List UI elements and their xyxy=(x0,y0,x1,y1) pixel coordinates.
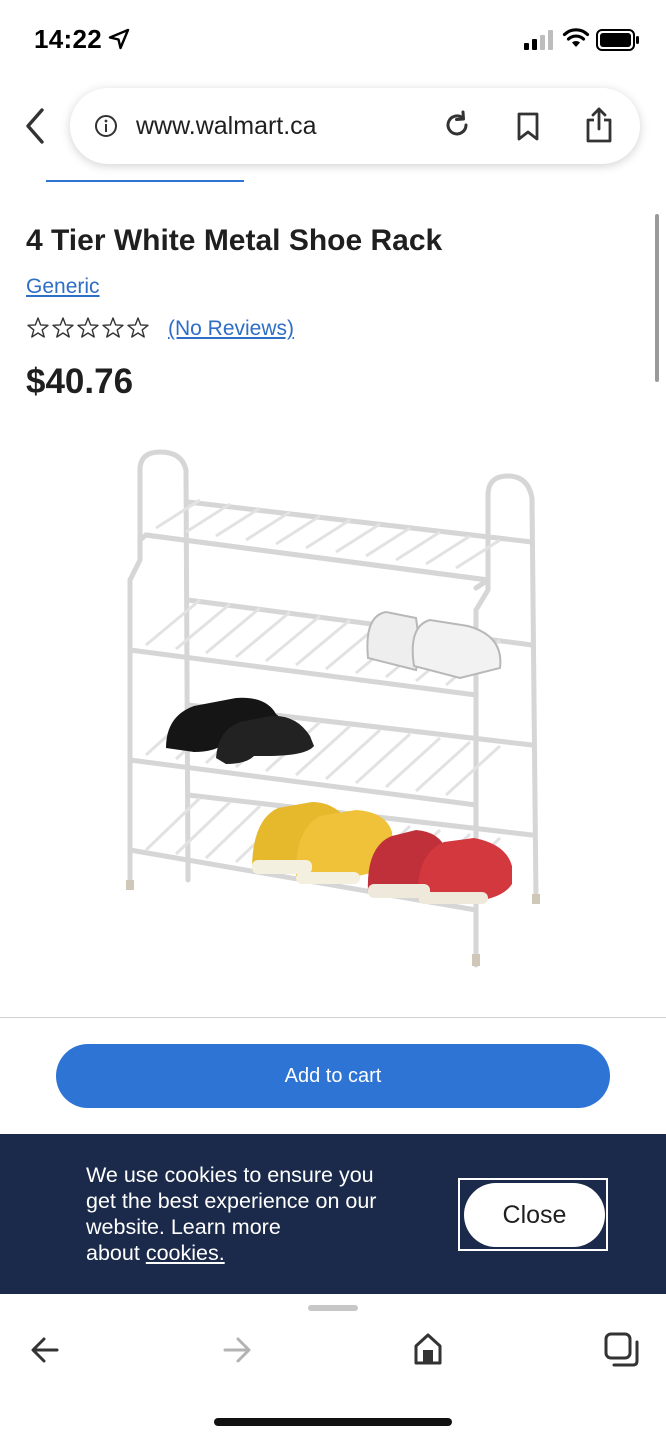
battery-icon xyxy=(596,29,639,51)
product-title: 4 Tier White Metal Shoe Rack xyxy=(26,224,443,257)
cookie-message-text: We use cookies to ensure you get the bes… xyxy=(86,1163,377,1265)
price: $40.76 xyxy=(26,362,134,401)
add-to-cart-button[interactable]: Add to cart xyxy=(56,1044,610,1108)
rating-stars xyxy=(26,316,150,340)
forward-arrow-icon[interactable] xyxy=(222,1336,252,1364)
tabs-icon[interactable] xyxy=(604,1332,640,1368)
cellular-signal-icon xyxy=(524,30,553,50)
info-icon[interactable] xyxy=(94,114,118,138)
scroll-indicator xyxy=(655,214,659,382)
share-icon[interactable] xyxy=(584,106,614,144)
star-empty-icon xyxy=(127,317,149,338)
status-time: 14:22 xyxy=(34,24,102,54)
star-empty-icon xyxy=(77,317,99,338)
close-button-focus-frame: Close xyxy=(458,1178,608,1251)
brand-link[interactable]: Generic xyxy=(26,275,100,299)
divider xyxy=(0,1017,666,1018)
location-arrow-icon xyxy=(108,28,130,50)
back-chevron-icon[interactable] xyxy=(22,106,50,146)
star-empty-icon xyxy=(27,317,49,338)
reload-icon[interactable] xyxy=(442,110,472,140)
reviews-link[interactable]: (No Reviews) xyxy=(168,317,294,341)
wifi-icon xyxy=(562,28,590,47)
tab-underline xyxy=(46,180,244,182)
browser-toolbar xyxy=(0,1294,666,1440)
star-empty-icon xyxy=(102,317,124,338)
cookies-link[interactable]: cookies. xyxy=(146,1241,225,1265)
url-bar[interactable]: www.walmart.ca xyxy=(70,88,640,164)
status-bar: 14:22 xyxy=(0,0,666,80)
cookie-message: We use cookies to ensure you get the bes… xyxy=(86,1162,386,1266)
url-text[interactable]: www.walmart.ca xyxy=(136,112,317,141)
back-arrow-icon[interactable] xyxy=(30,1336,60,1364)
close-button[interactable]: Close xyxy=(464,1183,605,1247)
toolbar-grabber[interactable] xyxy=(308,1305,358,1311)
product-image[interactable] xyxy=(116,440,556,970)
home-indicator[interactable] xyxy=(214,1418,452,1426)
bookmark-icon[interactable] xyxy=(516,112,540,142)
star-empty-icon xyxy=(52,317,74,338)
cookie-banner: We use cookies to ensure you get the bes… xyxy=(0,1134,666,1294)
home-icon[interactable] xyxy=(413,1332,443,1366)
